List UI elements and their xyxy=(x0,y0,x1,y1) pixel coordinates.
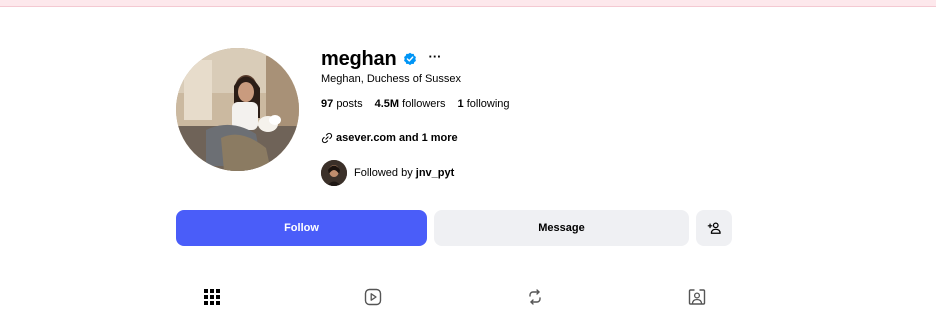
username-row: meghan ··· xyxy=(321,47,441,71)
followers-stat[interactable]: 4.5M followers xyxy=(375,98,446,110)
tab-tagged[interactable] xyxy=(684,284,710,310)
grid-icon xyxy=(204,289,220,305)
tagged-person-icon xyxy=(688,289,706,305)
repost-icon xyxy=(529,289,541,305)
followers-label: followers xyxy=(402,98,446,110)
full-name: Meghan, Duchess of Sussex xyxy=(321,73,462,85)
followers-count: 4.5M xyxy=(374,98,400,110)
posts-label: posts xyxy=(336,98,363,110)
following-count: 1 xyxy=(457,98,464,110)
following-label: following xyxy=(466,98,510,110)
posts-stat: 97 posts xyxy=(321,98,363,110)
tab-reels[interactable] xyxy=(360,284,386,310)
profile-tabs xyxy=(176,284,732,310)
verified-badge-icon xyxy=(404,52,417,66)
add-person-icon xyxy=(707,222,721,234)
posts-count: 97 xyxy=(321,98,334,110)
bio-link-text: asever.com and 1 more xyxy=(336,132,458,144)
tab-posts[interactable] xyxy=(199,284,225,310)
reels-icon xyxy=(364,288,382,306)
tab-reposts[interactable] xyxy=(522,284,548,310)
username: meghan xyxy=(321,47,397,70)
follower-avatar-image xyxy=(321,160,347,186)
bio-link[interactable]: asever.com and 1 more xyxy=(321,132,458,144)
following-stat[interactable]: 1 following xyxy=(458,98,510,110)
followed-by-prefix: Followed by xyxy=(354,167,413,179)
more-options-icon[interactable]: ··· xyxy=(428,50,441,63)
link-icon xyxy=(321,132,333,144)
top-banner-strip xyxy=(0,0,936,7)
profile-avatar[interactable] xyxy=(176,48,299,171)
suggest-people-button[interactable] xyxy=(696,210,732,246)
followed-by-user[interactable]: jnv_pyt xyxy=(416,167,455,179)
followed-by[interactable]: Followed by jnv_pyt xyxy=(321,160,454,186)
message-button[interactable]: Message xyxy=(434,210,689,246)
profile-stats: 97 posts 4.5M followers 1 following xyxy=(321,98,510,110)
follower-avatar xyxy=(321,160,347,186)
follow-button[interactable]: Follow xyxy=(176,210,427,246)
profile-photo-image xyxy=(176,48,299,171)
